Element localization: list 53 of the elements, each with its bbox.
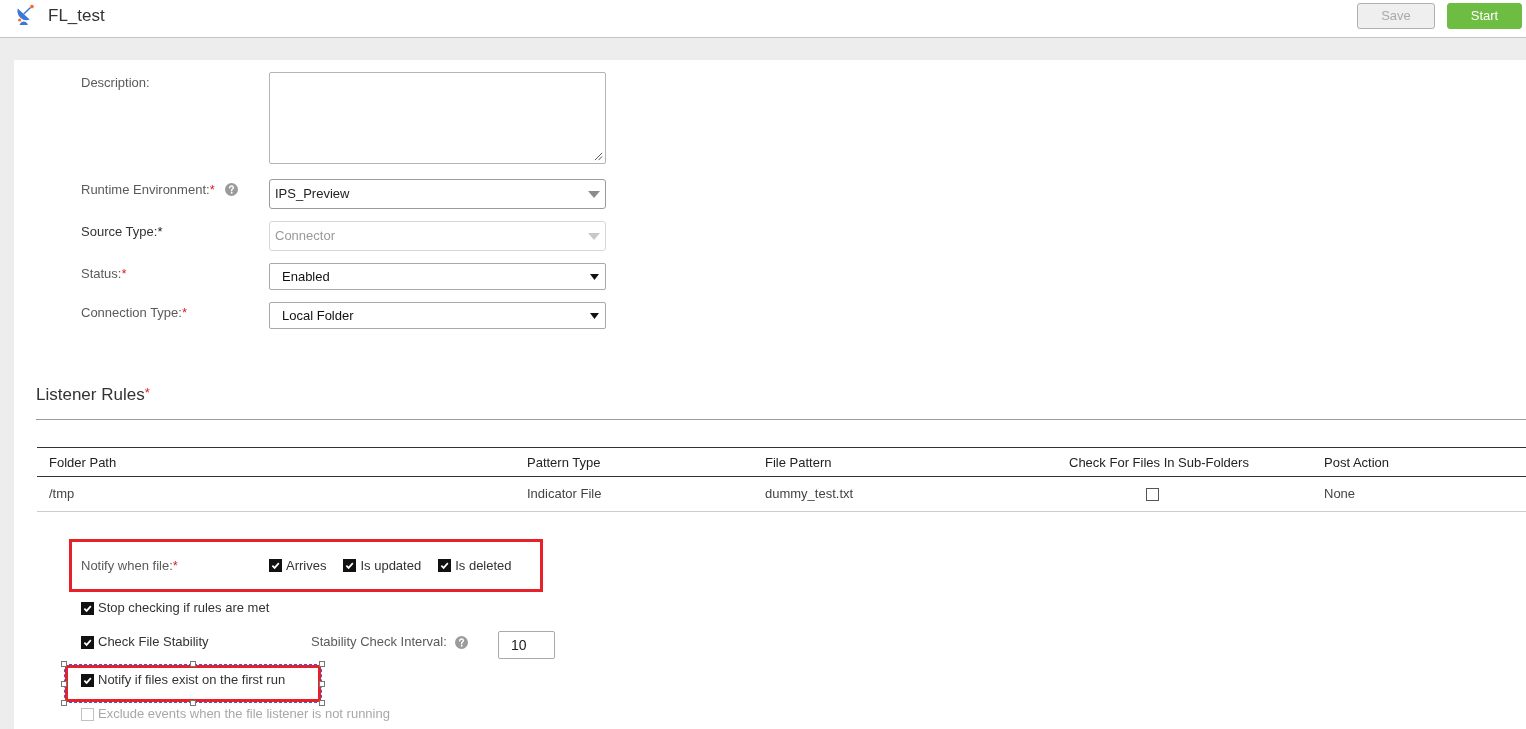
interval-field[interactable]: 10: [498, 631, 555, 659]
help-icon[interactable]: [224, 183, 238, 196]
option-label: Check File Stability: [98, 633, 209, 652]
field-label: Description:: [81, 73, 150, 92]
option-label: Exclude events when the file listener is not running: [98, 705, 390, 724]
field-label: Source Type:*: [81, 222, 163, 241]
field-label: Status:*: [81, 264, 127, 283]
selection-handle-icon[interactable]: [190, 700, 196, 706]
dropdown-field[interactable]: IPS_Preview: [269, 179, 606, 209]
satellite-dish-icon: [15, 4, 37, 26]
caret-icon: [590, 273, 599, 280]
window-title: FL_test: [48, 5, 105, 27]
column-header: Check For Files In Sub-Folders: [1069, 455, 1249, 470]
checkbox[interactable]: [81, 601, 94, 615]
field-label: Notify when file:*: [81, 556, 179, 575]
table-cell-text: /tmp: [49, 485, 75, 504]
caret-icon: [588, 190, 600, 198]
option-label: Notify if files exist on the first run: [98, 671, 286, 690]
selection-handle-icon[interactable]: [319, 681, 325, 687]
resize-grip-icon: [594, 152, 603, 161]
option-label: Arrives: [286, 556, 327, 575]
checkbox[interactable]: [438, 559, 452, 572]
table-cell-text: None: [1324, 485, 1356, 504]
description-field[interactable]: [269, 72, 606, 164]
dropdown-field[interactable]: Local Folder: [269, 302, 606, 329]
option-label: Is deleted: [455, 556, 512, 575]
column-header: Folder Path: [49, 455, 117, 470]
interval-label: Stability Check Interval:: [311, 633, 447, 652]
column-header: Pattern Type: [527, 455, 601, 470]
selection-handle-icon[interactable]: [61, 700, 67, 706]
checkbox[interactable]: [269, 559, 282, 572]
section-title: Listener Rules*: [36, 385, 150, 404]
option-label: Stop checking if rules are met: [98, 599, 270, 618]
selection-handle-icon[interactable]: [319, 661, 325, 667]
column-header: Post Action: [1324, 455, 1390, 470]
column-header: File Pattern: [765, 455, 832, 470]
caret-icon: [590, 312, 599, 319]
checkbox[interactable]: [1146, 487, 1159, 501]
checkbox[interactable]: [343, 559, 357, 572]
checkbox[interactable]: [81, 635, 94, 649]
table-cell-text: Indicator File: [527, 485, 602, 504]
selection-handle-icon[interactable]: [319, 700, 325, 706]
option-label: Is updated: [360, 556, 422, 575]
selection-handle-icon[interactable]: [61, 681, 67, 687]
table-cell-text: dummy_test.txt: [765, 485, 854, 504]
help-icon[interactable]: [454, 635, 468, 649]
selection-handle-icon[interactable]: [61, 661, 67, 667]
field-label: Connection Type:*: [81, 303, 187, 322]
selection-handle-icon[interactable]: [190, 661, 196, 667]
caret-icon: [588, 232, 600, 240]
field-label: Runtime Environment:*: [81, 180, 215, 199]
checkbox[interactable]: [81, 673, 94, 687]
dropdown-field[interactable]: Enabled: [269, 263, 606, 290]
